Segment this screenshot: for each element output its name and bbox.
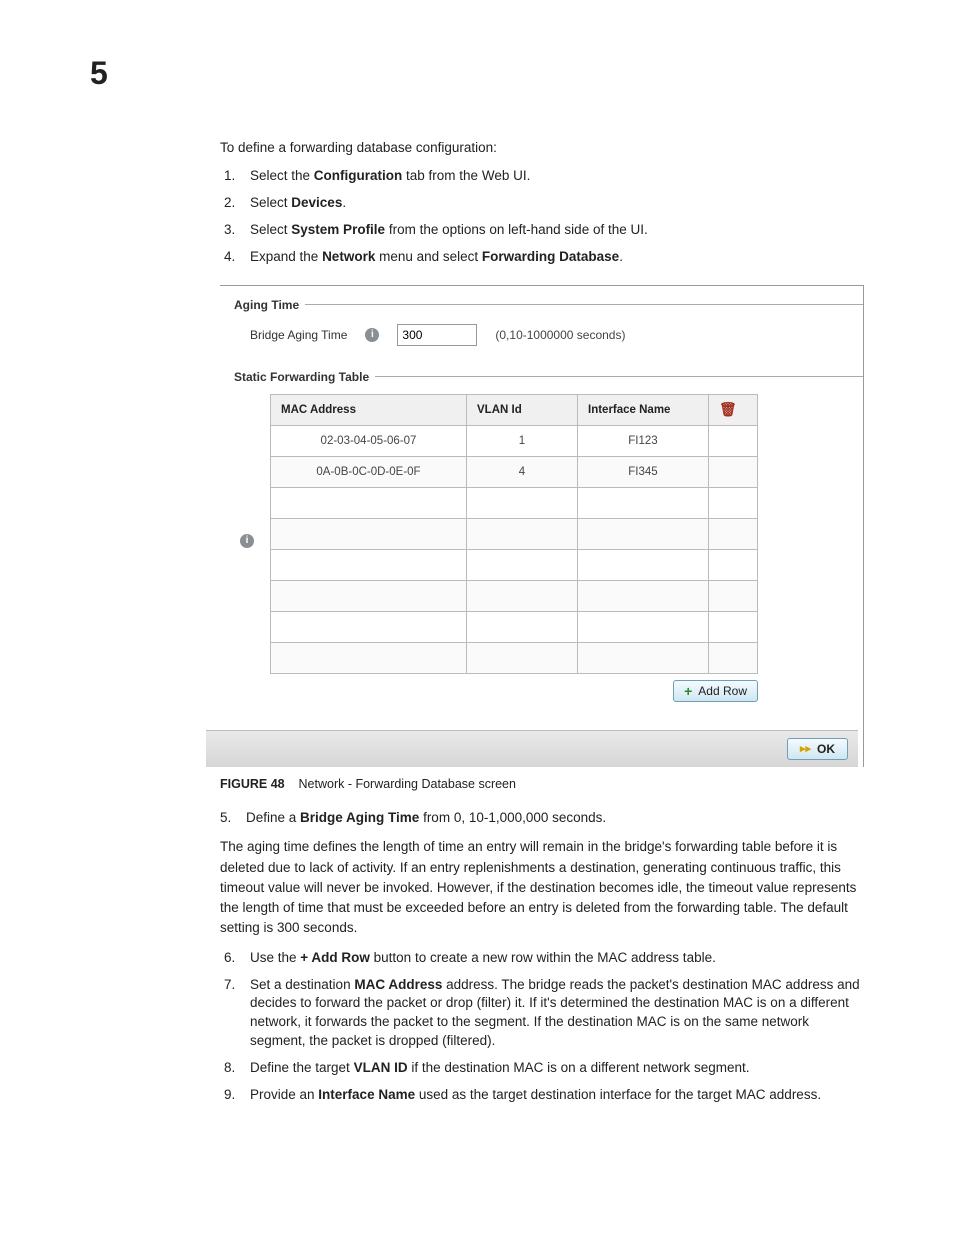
step-item: 8. Define the target VLAN ID if the dest… (224, 1059, 864, 1078)
cell-vlan[interactable] (467, 518, 578, 549)
cell-vlan[interactable]: 4 (467, 456, 578, 487)
step-item: 5. Define a Bridge Aging Time from 0, 10… (220, 809, 864, 828)
cell-mac[interactable] (271, 642, 467, 673)
step-text: Use the + Add Row button to create a new… (250, 949, 864, 968)
step-number: 1. (224, 167, 250, 186)
col-header-interface[interactable]: Interface Name (578, 394, 709, 425)
cell-mac[interactable] (271, 518, 467, 549)
cell-vlan[interactable] (467, 549, 578, 580)
cell-interface[interactable] (578, 518, 709, 549)
add-row-label: Add Row (698, 684, 747, 698)
step-item: 3. Select System Profile from the option… (224, 221, 864, 240)
table-legend: Static Forwarding Table (234, 370, 375, 384)
table-row[interactable]: 02-03-04-05-06-071FI123 (271, 425, 758, 456)
cell-delete[interactable] (709, 549, 758, 580)
cell-mac[interactable]: 0A-0B-0C-0D-0E-0F (271, 456, 467, 487)
intro-text: To define a forwarding database configur… (220, 140, 864, 155)
cell-vlan[interactable] (467, 487, 578, 518)
col-header-mac[interactable]: MAC Address (271, 394, 467, 425)
step-text: Select System Profile from the options o… (250, 221, 864, 240)
info-icon[interactable]: i (240, 534, 254, 548)
fast-forward-icon: ▸▸ (800, 742, 811, 755)
col-header-vlan[interactable]: VLAN Id (467, 394, 578, 425)
step-item: 4. Expand the Network menu and select Fo… (224, 248, 864, 267)
add-row-button[interactable]: + Add Row (673, 680, 758, 702)
chapter-number: 5 (90, 55, 108, 92)
step-number: 8. (224, 1059, 250, 1078)
step-item: 2. Select Devices. (224, 194, 864, 213)
step-text: Select the Configuration tab from the We… (250, 167, 864, 186)
step-item: 9. Provide an Interface Name used as the… (224, 1086, 864, 1105)
cell-delete[interactable] (709, 518, 758, 549)
step-number: 3. (224, 221, 250, 240)
cell-interface[interactable] (578, 642, 709, 673)
step-item: 1. Select the Configuration tab from the… (224, 167, 864, 186)
figure-caption: FIGURE 48 Network - Forwarding Database … (220, 777, 864, 791)
forwarding-table: MAC Address VLAN Id Interface Name 🗑 02-… (270, 394, 758, 674)
step-number: 9. (224, 1086, 250, 1105)
cell-delete[interactable] (709, 580, 758, 611)
trash-icon: 🗑 (719, 401, 737, 418)
step-number: 4. (224, 248, 250, 267)
step-text: Set a destination MAC Address address. T… (250, 976, 864, 1052)
ok-button[interactable]: ▸▸ OK (787, 738, 848, 760)
step-text: Expand the Network menu and select Forwa… (250, 248, 864, 267)
aging-legend: Aging Time (234, 298, 305, 312)
step-number: 2. (224, 194, 250, 213)
table-row[interactable] (271, 580, 758, 611)
step-number: 5. (220, 809, 246, 828)
step-number: 6. (224, 949, 250, 968)
cell-mac[interactable] (271, 487, 467, 518)
table-row[interactable] (271, 487, 758, 518)
cell-interface[interactable] (578, 487, 709, 518)
table-row[interactable] (271, 642, 758, 673)
aging-hint: (0,10-1000000 seconds) (495, 328, 625, 342)
step-text: Provide an Interface Name used as the ta… (250, 1086, 864, 1105)
table-row[interactable] (271, 611, 758, 642)
cell-vlan[interactable] (467, 580, 578, 611)
aging-label: Bridge Aging Time (250, 328, 347, 342)
ok-label: OK (817, 742, 835, 756)
cell-interface[interactable]: FI123 (578, 425, 709, 456)
table-row[interactable]: 0A-0B-0C-0D-0E-0F4FI345 (271, 456, 758, 487)
cell-mac[interactable] (271, 580, 467, 611)
cell-delete[interactable] (709, 642, 758, 673)
info-icon[interactable]: i (365, 328, 379, 342)
step-text: Define a Bridge Aging Time from 0, 10-1,… (246, 809, 864, 828)
cell-mac[interactable] (271, 549, 467, 580)
cell-interface[interactable] (578, 611, 709, 642)
aging-explanation: The aging time defines the length of tim… (220, 837, 864, 938)
cell-mac[interactable]: 02-03-04-05-06-07 (271, 425, 467, 456)
step-number: 7. (224, 976, 250, 1052)
step-text: Select Devices. (250, 194, 864, 213)
cell-delete[interactable] (709, 487, 758, 518)
panel-footer: ▸▸ OK (206, 730, 858, 767)
plus-icon: + (684, 684, 692, 698)
cell-vlan[interactable] (467, 642, 578, 673)
cell-delete[interactable] (709, 425, 758, 456)
step-text: Define the target VLAN ID if the destina… (250, 1059, 864, 1078)
cell-vlan[interactable] (467, 611, 578, 642)
cell-interface[interactable]: FI345 (578, 456, 709, 487)
forwarding-database-panel: Aging Time Bridge Aging Time i (0,10-100… (220, 285, 864, 767)
bridge-aging-time-input[interactable] (397, 324, 477, 346)
cell-interface[interactable] (578, 580, 709, 611)
cell-delete[interactable] (709, 611, 758, 642)
cell-vlan[interactable]: 1 (467, 425, 578, 456)
cell-delete[interactable] (709, 456, 758, 487)
step-item: 6. Use the + Add Row button to create a … (224, 949, 864, 968)
steps-list-1: 1. Select the Configuration tab from the… (220, 167, 864, 267)
aging-time-group: Aging Time Bridge Aging Time i (0,10-100… (234, 298, 863, 356)
step-item: 7. Set a destination MAC Address address… (224, 976, 864, 1052)
table-row[interactable] (271, 518, 758, 549)
cell-interface[interactable] (578, 549, 709, 580)
col-header-delete[interactable]: 🗑 (709, 394, 758, 425)
steps-list-2: 6. Use the + Add Row button to create a … (220, 949, 864, 1105)
table-row[interactable] (271, 549, 758, 580)
static-forwarding-table-group: Static Forwarding Table i MAC Address VL… (234, 370, 863, 716)
cell-mac[interactable] (271, 611, 467, 642)
